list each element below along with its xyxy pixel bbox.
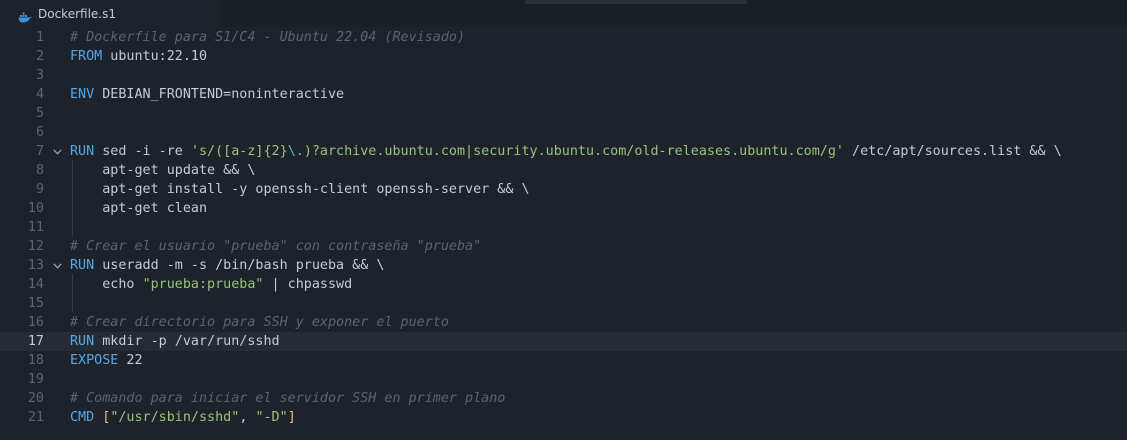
line-code: RUN useradd -m -s /bin/bash prueba && \ (70, 256, 384, 275)
token: apt-get install -y openssh-client openss… (70, 182, 530, 197)
token: mkdir -p /var/run/sshd (94, 334, 280, 349)
code-line[interactable]: 16 # Crear directorio para SSH y exponer … (0, 313, 1127, 332)
fold-chevron-icon[interactable] (51, 256, 63, 275)
token: apt-get update && \ (70, 163, 256, 178)
token: /etc/apt/sources.list && \ (843, 144, 1062, 159)
token: 's/([a-z]{2} (190, 144, 288, 159)
tab-label: Dockerfile.s1 (38, 6, 116, 21)
line-number: 5 (35, 106, 44, 121)
token: sed -i -re (94, 144, 191, 159)
tab-bar: Dockerfile.s1 (0, 0, 1127, 27)
token: # Crear directorio para SSH y exponer el… (70, 315, 449, 330)
code-line[interactable]: 11 (0, 218, 1127, 237)
line-number: 12 (27, 239, 44, 254)
line-number: 17 (27, 334, 44, 349)
token: FROM (70, 49, 103, 64)
code-editor[interactable]: 1 # Dockerfile para S1/C4 - Ubuntu 22.04 … (0, 27, 1127, 440)
line-number: 11 (27, 220, 44, 235)
line-number: 4 (35, 87, 44, 102)
line-code: echo "prueba:prueba" | chpasswd (70, 275, 352, 294)
code-line[interactable]: 18 EXPOSE 22 (0, 351, 1127, 370)
code-line[interactable]: 10 apt-get clean (0, 199, 1127, 218)
line-code: FROM ubuntu:22.10 (70, 47, 207, 66)
code-line[interactable]: 8 apt-get update && \ (0, 161, 1127, 180)
tab-strip-marker (525, 0, 747, 4)
code-line[interactable]: 17 RUN mkdir -p /var/run/sshd (0, 332, 1127, 351)
code-line[interactable]: 7 RUN sed -i -re 's/([a-z]{2}\.)?archive.… (0, 142, 1127, 161)
line-number: 18 (27, 353, 44, 368)
line-number: 20 (27, 391, 44, 406)
code-line[interactable]: 3 (0, 66, 1127, 85)
code-line[interactable]: 15 (0, 294, 1127, 313)
token: , (239, 410, 256, 425)
token: useradd -m -s /bin/bash prueba && \ (94, 258, 385, 273)
line-number: 2 (35, 49, 44, 64)
line-number: 19 (27, 372, 44, 387)
token: RUN (70, 144, 95, 159)
token: \. (287, 144, 304, 159)
line-number: 10 (27, 201, 44, 216)
token: DEBIAN_FRONTEND=noninteractive (94, 87, 345, 102)
token: | chpasswd (263, 277, 353, 292)
line-number: 16 (27, 315, 44, 330)
line-code: RUN sed -i -re 's/([a-z]{2}\.)?archive.u… (70, 142, 1062, 161)
line-code: # Crear el usuario "prueba" con contrase… (70, 237, 481, 256)
code-line[interactable]: 14 echo "prueba:prueba" | chpasswd (0, 275, 1127, 294)
token: ENV (70, 87, 95, 102)
token: "-D" (255, 410, 288, 425)
line-number: 6 (35, 125, 44, 140)
line-number: 1 (35, 30, 44, 45)
token: apt-get clean (70, 201, 208, 216)
code-line[interactable]: 9 apt-get install -y openssh-client open… (0, 180, 1127, 199)
code-line[interactable]: 21 CMD ["/usr/sbin/sshd", "-D"] (0, 408, 1127, 427)
token: ] (287, 410, 296, 425)
tab-dockerfile[interactable]: Dockerfile.s1 (0, 0, 220, 27)
code-line[interactable]: 20 # Comando para iniciar el servidor SSH… (0, 389, 1127, 408)
line-code: apt-get update && \ (70, 161, 255, 180)
line-code: CMD ["/usr/sbin/sshd", "-D"] (70, 408, 296, 427)
fold-chevron-icon[interactable] (51, 142, 63, 161)
line-number: 15 (27, 296, 44, 311)
token: 22 (118, 353, 143, 368)
line-code: # Dockerfile para S1/C4 - Ubuntu 22.04 (… (70, 28, 465, 47)
token: EXPOSE (70, 353, 119, 368)
token: # Comando para iniciar el servidor SSH e… (70, 391, 506, 406)
line-number: 14 (27, 277, 44, 292)
token: echo (70, 277, 143, 292)
code-line[interactable]: 12 # Crear el usuario "prueba" con contra… (0, 237, 1127, 256)
line-code: # Crear directorio para SSH y exponer el… (70, 313, 449, 332)
token: "/usr/sbin/sshd" (110, 410, 240, 425)
line-number: 3 (35, 68, 44, 83)
line-code: # Comando para iniciar el servidor SSH e… (70, 389, 505, 408)
token: "prueba:prueba" (142, 277, 264, 292)
code-line[interactable]: 1 # Dockerfile para S1/C4 - Ubuntu 22.04 … (0, 28, 1127, 47)
line-code: EXPOSE 22 (70, 351, 143, 370)
token: ubuntu:22.10 (102, 49, 208, 64)
token: RUN (70, 334, 95, 349)
token: RUN (70, 258, 95, 273)
code-line[interactable]: 5 (0, 104, 1127, 123)
docker-icon (18, 8, 32, 23)
line-number: 7 (35, 144, 44, 159)
line-code: apt-get install -y openssh-client openss… (70, 180, 530, 199)
line-number: 13 (27, 258, 44, 273)
token: # Dockerfile para S1/C4 - Ubuntu 22.04 (… (70, 30, 466, 45)
line-code: RUN mkdir -p /var/run/sshd (70, 332, 280, 351)
token: )?archive.ubuntu.com|security.ubuntu.com… (303, 144, 844, 159)
line-number: 21 (27, 410, 44, 425)
code-line[interactable]: 6 (0, 123, 1127, 142)
line-code: ENV DEBIAN_FRONTEND=noninteractive (70, 85, 344, 104)
token: CMD (70, 410, 95, 425)
code-line[interactable]: 4 ENV DEBIAN_FRONTEND=noninteractive (0, 85, 1127, 104)
line-number: 9 (35, 182, 44, 197)
line-code: apt-get clean (70, 199, 207, 218)
code-line[interactable]: 2 FROM ubuntu:22.10 (0, 47, 1127, 66)
token: # Crear el usuario "prueba" con contrase… (70, 239, 482, 254)
code-line[interactable]: 19 (0, 370, 1127, 389)
line-number: 8 (35, 163, 44, 178)
code-line[interactable]: 13 RUN useradd -m -s /bin/bash prueba && … (0, 256, 1127, 275)
